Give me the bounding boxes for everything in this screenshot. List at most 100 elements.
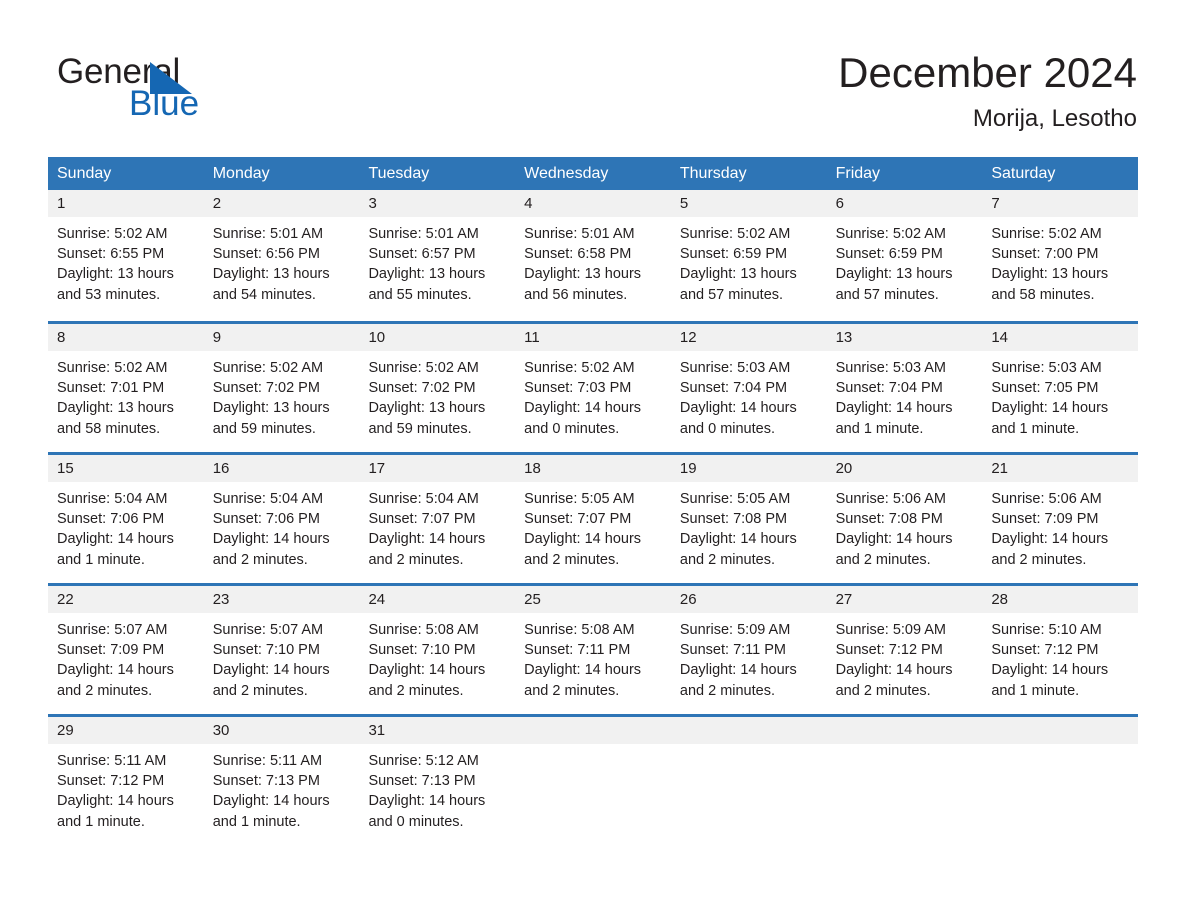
daylight-text: Daylight: 13 hours and 59 minutes. xyxy=(212,400,330,437)
daylight-text: Daylight: 14 hours and 2 minutes. xyxy=(835,662,953,699)
day-cell[interactable]: 20 Sunrise: 5:06 AM Sunset: 7:08 PM Dayl… xyxy=(826,455,983,583)
day-cell[interactable]: 11 Sunrise: 5:02 AM Sunset: 7:03 PM Dayl… xyxy=(515,324,671,452)
day-number: 11 xyxy=(515,324,671,351)
sunset-text: Sunset: 7:07 PM xyxy=(524,511,632,528)
sunset-text: Sunset: 6:57 PM xyxy=(368,246,476,263)
day-number: 14 xyxy=(982,324,1139,351)
sunrise-text: Sunrise: 5:10 AM xyxy=(991,622,1102,638)
sunset-text: Sunset: 7:11 PM xyxy=(524,642,631,659)
day-info: Sunrise: 5:12 AM Sunset: 7:13 PM Dayligh… xyxy=(359,744,515,832)
day-info: Sunrise: 5:04 AM Sunset: 7:06 PM Dayligh… xyxy=(204,482,360,570)
sunset-text: Sunset: 6:59 PM xyxy=(835,246,943,263)
sunrise-text: Sunrise: 5:05 AM xyxy=(679,491,791,507)
day-cell[interactable]: 27 Sunrise: 5:09 AM Sunset: 7:12 PM Dayl… xyxy=(826,586,983,714)
calendar-page: General Blue December 2024 Morija, Lesot… xyxy=(0,0,1188,918)
day-info: Sunrise: 5:01 AM Sunset: 6:57 PM Dayligh… xyxy=(359,217,515,305)
day-cell[interactable]: 1 Sunrise: 5:02 AM Sunset: 6:55 PM Dayli… xyxy=(48,190,204,321)
day-cell[interactable]: 21 Sunrise: 5:06 AM Sunset: 7:09 PM Dayl… xyxy=(982,455,1139,583)
day-cell[interactable]: 17 Sunrise: 5:04 AM Sunset: 7:07 PM Dayl… xyxy=(359,455,516,583)
day-cell[interactable]: 3 Sunrise: 5:01 AM Sunset: 6:57 PM Dayli… xyxy=(359,190,516,321)
day-number: 17 xyxy=(359,455,516,482)
day-number: 1 xyxy=(48,190,204,217)
sunrise-text: Sunrise: 5:08 AM xyxy=(368,622,479,638)
weekday-header-tuesday: Tuesday xyxy=(368,165,430,182)
day-info: Sunrise: 5:05 AM Sunset: 7:07 PM Dayligh… xyxy=(515,482,671,570)
day-cell[interactable]: 26 Sunrise: 5:09 AM Sunset: 7:11 PM Dayl… xyxy=(670,586,827,714)
sunset-text: Sunset: 7:13 PM xyxy=(368,773,476,790)
day-number: 12 xyxy=(670,324,827,351)
sunset-text: Sunset: 7:04 PM xyxy=(679,380,788,397)
sunrise-text: Sunrise: 5:06 AM xyxy=(835,491,947,507)
day-info: Sunrise: 5:04 AM Sunset: 7:06 PM Dayligh… xyxy=(48,482,204,570)
weekday-header-saturday: Saturday xyxy=(991,165,1056,182)
daylight-text: Daylight: 14 hours and 2 minutes. xyxy=(835,531,953,568)
calendar-grid: Sunday Monday Tuesday Wednesday Thursday… xyxy=(48,157,1139,845)
daylight-text: Daylight: 14 hours and 0 minutes. xyxy=(679,400,797,437)
day-number: 27 xyxy=(826,586,983,613)
day-cell[interactable]: 5 Sunrise: 5:02 AM Sunset: 6:59 PM Dayli… xyxy=(670,190,827,321)
day-cell[interactable]: 18 Sunrise: 5:05 AM Sunset: 7:07 PM Dayl… xyxy=(515,455,671,583)
sunrise-text: Sunrise: 5:03 AM xyxy=(679,360,791,376)
daylight-text: Daylight: 14 hours and 1 minute. xyxy=(835,400,953,437)
day-info: Sunrise: 5:06 AM Sunset: 7:08 PM Dayligh… xyxy=(827,482,983,570)
day-cell[interactable]: 10 Sunrise: 5:02 AM Sunset: 7:02 PM Dayl… xyxy=(359,324,516,452)
day-number: 30 xyxy=(203,717,360,744)
sunset-text: Sunset: 7:08 PM xyxy=(835,511,943,528)
sunset-text: Sunset: 6:58 PM xyxy=(524,246,632,263)
day-cell[interactable]: 30 Sunrise: 5:11 AM Sunset: 7:13 PM Dayl… xyxy=(203,717,360,845)
daylight-text: Daylight: 13 hours and 59 minutes. xyxy=(368,400,486,437)
day-cell[interactable]: 9 Sunrise: 5:02 AM Sunset: 7:02 PM Dayli… xyxy=(203,324,360,452)
day-info: Sunrise: 5:02 AM Sunset: 7:02 PM Dayligh… xyxy=(204,351,360,439)
sunrise-text: Sunrise: 5:02 AM xyxy=(57,360,168,376)
day-number: 18 xyxy=(515,455,671,482)
day-cell[interactable]: 15 Sunrise: 5:04 AM Sunset: 7:06 PM Dayl… xyxy=(48,455,204,583)
week-row: 22 Sunrise: 5:07 AM Sunset: 7:09 PM Dayl… xyxy=(48,583,1139,714)
day-info: Sunrise: 5:10 AM Sunset: 7:12 PM Dayligh… xyxy=(982,613,1138,701)
day-cell[interactable]: 2 Sunrise: 5:01 AM Sunset: 6:56 PM Dayli… xyxy=(203,190,360,321)
sunset-text: Sunset: 7:13 PM xyxy=(212,773,320,790)
sunset-text: Sunset: 7:12 PM xyxy=(57,773,165,790)
day-cell[interactable]: 29 Sunrise: 5:11 AM Sunset: 7:12 PM Dayl… xyxy=(48,717,204,845)
sunset-text: Sunset: 6:56 PM xyxy=(212,246,320,263)
day-cell[interactable]: 24 Sunrise: 5:08 AM Sunset: 7:10 PM Dayl… xyxy=(359,586,516,714)
day-cell[interactable]: 19 Sunrise: 5:05 AM Sunset: 7:08 PM Dayl… xyxy=(670,455,827,583)
day-info: Sunrise: 5:06 AM Sunset: 7:09 PM Dayligh… xyxy=(982,482,1138,570)
daylight-text: Daylight: 14 hours and 0 minutes. xyxy=(368,793,486,830)
day-cell[interactable]: 4 Sunrise: 5:01 AM Sunset: 6:58 PM Dayli… xyxy=(515,190,671,321)
day-cell[interactable]: 16 Sunrise: 5:04 AM Sunset: 7:06 PM Dayl… xyxy=(203,455,360,583)
day-number xyxy=(670,717,827,744)
sunrise-text: Sunrise: 5:08 AM xyxy=(524,622,635,638)
general-blue-logo: General Blue xyxy=(57,52,317,124)
day-cell[interactable]: 23 Sunrise: 5:07 AM Sunset: 7:10 PM Dayl… xyxy=(203,586,360,714)
sunset-text: Sunset: 7:07 PM xyxy=(368,511,476,528)
day-info: Sunrise: 5:03 AM Sunset: 7:04 PM Dayligh… xyxy=(671,351,827,439)
day-number xyxy=(515,717,671,744)
day-info: Sunrise: 5:01 AM Sunset: 6:56 PM Dayligh… xyxy=(204,217,360,305)
week-row: 1 Sunrise: 5:02 AM Sunset: 6:55 PM Dayli… xyxy=(48,190,1139,321)
day-cell[interactable]: 25 Sunrise: 5:08 AM Sunset: 7:11 PM Dayl… xyxy=(515,586,671,714)
page-title: December 2024 xyxy=(838,49,1137,96)
title-block: December 2024 Morija, Lesotho xyxy=(838,48,1137,133)
sunrise-text: Sunrise: 5:11 AM xyxy=(57,753,167,769)
day-cell[interactable]: 28 Sunrise: 5:10 AM Sunset: 7:12 PM Dayl… xyxy=(982,586,1139,714)
day-cell[interactable]: 12 Sunrise: 5:03 AM Sunset: 7:04 PM Dayl… xyxy=(670,324,827,452)
daylight-text: Daylight: 14 hours and 2 minutes. xyxy=(991,531,1109,568)
day-cell[interactable]: 6 Sunrise: 5:02 AM Sunset: 6:59 PM Dayli… xyxy=(826,190,983,321)
day-cell[interactable]: 7 Sunrise: 5:02 AM Sunset: 7:00 PM Dayli… xyxy=(982,190,1139,321)
day-cell[interactable]: 22 Sunrise: 5:07 AM Sunset: 7:09 PM Dayl… xyxy=(48,586,204,714)
day-number: 19 xyxy=(670,455,827,482)
sunrise-text: Sunrise: 5:01 AM xyxy=(524,226,635,242)
day-info: Sunrise: 5:02 AM Sunset: 7:03 PM Dayligh… xyxy=(515,351,671,439)
day-cell[interactable]: 14 Sunrise: 5:03 AM Sunset: 7:05 PM Dayl… xyxy=(982,324,1139,452)
weekday-header-thursday: Thursday xyxy=(679,165,747,182)
day-cell[interactable]: 13 Sunrise: 5:03 AM Sunset: 7:04 PM Dayl… xyxy=(826,324,983,452)
day-cell[interactable]: 31 Sunrise: 5:12 AM Sunset: 7:13 PM Dayl… xyxy=(359,717,516,845)
day-info: Sunrise: 5:02 AM Sunset: 7:01 PM Dayligh… xyxy=(48,351,204,439)
day-info: Sunrise: 5:03 AM Sunset: 7:04 PM Dayligh… xyxy=(827,351,983,439)
sunset-text: Sunset: 7:00 PM xyxy=(991,246,1099,263)
day-cell[interactable]: 8 Sunrise: 5:02 AM Sunset: 7:01 PM Dayli… xyxy=(48,324,204,452)
daylight-text: Daylight: 14 hours and 2 minutes. xyxy=(368,531,486,568)
day-number: 2 xyxy=(203,190,360,217)
day-number: 7 xyxy=(982,190,1139,217)
daylight-text: Daylight: 13 hours and 56 minutes. xyxy=(524,266,642,303)
